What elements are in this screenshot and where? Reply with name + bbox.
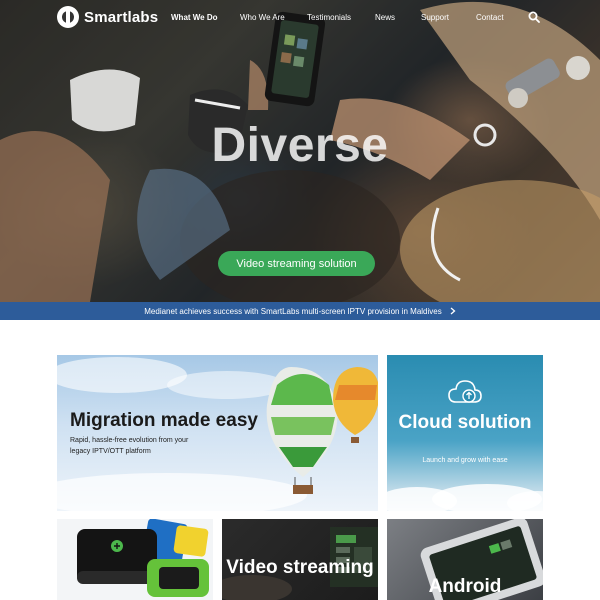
- video-streaming-card[interactable]: Video streaming: [222, 519, 378, 600]
- cloud-title: Cloud solution: [398, 412, 532, 433]
- nav-item-testimonials[interactable]: Testimonials: [307, 13, 351, 22]
- android-card[interactable]: Android: [387, 519, 543, 600]
- android-title: Android: [428, 576, 502, 597]
- cloud-subtitle: Launch and grow with ease: [422, 457, 508, 464]
- cloud-upload-icon: [448, 380, 482, 403]
- news-banner[interactable]: Medianet achieves success with SmartLabs…: [0, 302, 600, 320]
- news-banner-text: Medianet achieves success with SmartLabs…: [144, 306, 442, 316]
- nav-item-support[interactable]: Support: [421, 13, 449, 22]
- brand-logo[interactable]: Smartlabs: [57, 6, 158, 28]
- balloon-sky-image: [57, 357, 378, 511]
- top-navigation: Smartlabs What We Do Who We Are Testimon…: [0, 0, 600, 36]
- video-streaming-solution-button[interactable]: Video streaming solution: [218, 251, 375, 276]
- nav-item-who-we-are[interactable]: Who We Are: [240, 13, 285, 22]
- hero-title: Diverse: [211, 119, 389, 172]
- nav-item-contact[interactable]: Contact: [476, 13, 504, 22]
- search-icon[interactable]: [528, 11, 540, 23]
- hero-section: Smartlabs What We Do Who We Are Testimon…: [0, 0, 600, 302]
- nav-item-what-we-do[interactable]: What We Do: [171, 13, 218, 22]
- nav-item-news[interactable]: News: [375, 13, 395, 22]
- chevron-right-icon: [450, 307, 456, 315]
- brand-name: Smartlabs: [84, 8, 159, 26]
- migration-card[interactable]: Migration made easy Rapid, hassle-free e…: [57, 355, 378, 511]
- smartlabs-logo-icon: [57, 6, 79, 28]
- migration-title: Migration made easy: [70, 410, 258, 431]
- video-streaming-title: Video streaming: [226, 557, 374, 578]
- migration-subtitle: Rapid, hassle-free evolution from your l…: [70, 437, 189, 455]
- clouds-image: [387, 484, 543, 511]
- devices-card[interactable]: [57, 519, 213, 600]
- cloud-card[interactable]: Cloud solution Launch and grow with ease: [387, 355, 543, 511]
- set-top-box-icon: [77, 519, 209, 597]
